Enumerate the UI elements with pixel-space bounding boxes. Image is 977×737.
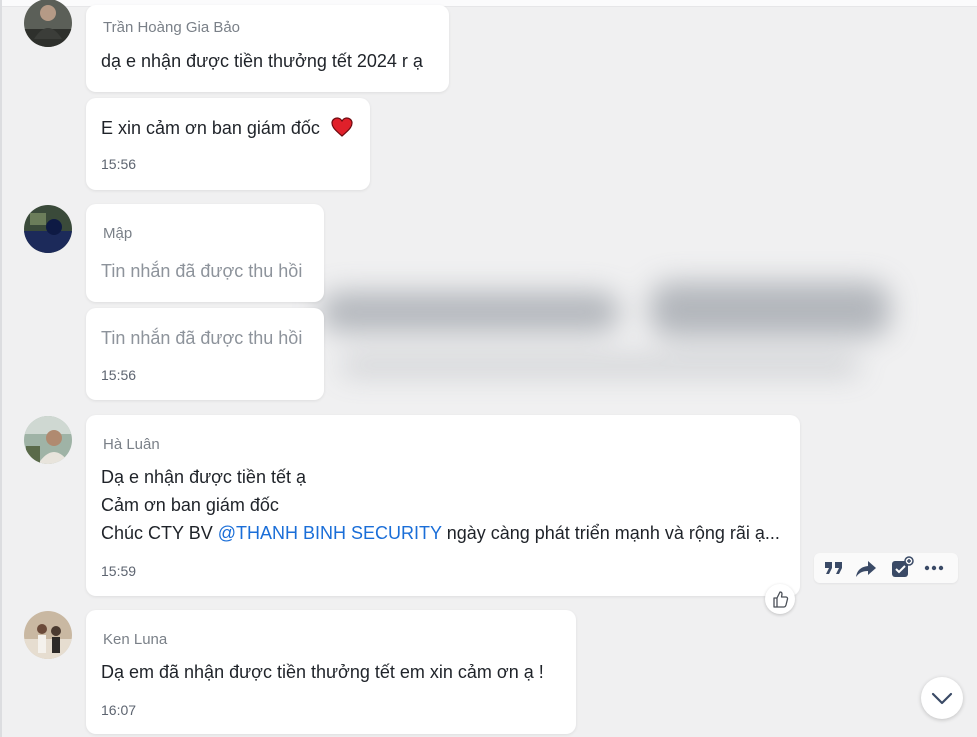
quote-icon[interactable] — [822, 556, 846, 580]
message-text: dạ e nhận được tiền thưởng tết 2024 r ạ — [101, 51, 423, 71]
forward-icon[interactable] — [854, 556, 878, 580]
avatar[interactable] — [24, 205, 72, 253]
message-text: E xin cảm ơn ban giám đốc — [101, 117, 353, 139]
message-text: Dạ em đã nhận được tiền thưởng tết em xi… — [101, 662, 544, 682]
message-bubble[interactable]: E xin cảm ơn ban giám đốc 15:56 — [86, 98, 370, 190]
thumbs-up-icon[interactable] — [765, 584, 795, 614]
sender-name: Mập — [103, 225, 133, 242]
add-task-icon[interactable] — [890, 556, 914, 580]
more-icon[interactable] — [922, 556, 946, 580]
sender-name: Ken Luna — [103, 631, 168, 648]
timestamp: 15:56 — [101, 367, 137, 383]
message-bubble[interactable]: Mập Tin nhắn đã được thu hồi — [86, 204, 324, 302]
timestamp: 15:56 — [101, 156, 137, 172]
blurred-background — [300, 262, 910, 392]
chevron-down-icon — [931, 692, 953, 705]
message-text: Cảm ơn ban giám đốc — [101, 495, 279, 515]
timestamp: 16:07 — [101, 702, 137, 718]
message-bubble[interactable]: Ken Luna Dạ em đã nhận được tiền thưởng … — [86, 610, 576, 734]
message-text-prefix: Chúc CTY BV — [101, 523, 218, 543]
message-bubble[interactable]: Trần Hoàng Gia Bảo dạ e nhận được tiền t… — [86, 5, 449, 92]
recalled-message-text: Tin nhắn đã được thu hồi — [101, 261, 303, 281]
sender-name: Trần Hoàng Gia Bảo — [103, 19, 241, 36]
avatar[interactable] — [24, 611, 72, 659]
message-text: Dạ e nhận được tiền tết ạ — [101, 467, 306, 487]
avatar[interactable] — [24, 0, 72, 47]
sender-name: Hà Luân — [103, 436, 160, 453]
red-heart-icon — [331, 117, 353, 137]
message-text-suffix: ngày càng phát triển mạnh và rộng rãi ạ.… — [441, 523, 780, 543]
left-edge — [0, 0, 2, 737]
message-text: Chúc CTY BV @THANH BINH SECURITY ngày cà… — [101, 523, 780, 544]
timestamp: 15:59 — [101, 563, 137, 579]
message-bubble[interactable]: Tin nhắn đã được thu hồi 15:56 — [86, 308, 324, 400]
recalled-message-text: Tin nhắn đã được thu hồi — [101, 328, 303, 348]
scroll-to-bottom-button[interactable] — [921, 677, 963, 719]
avatar[interactable] — [24, 416, 72, 464]
message-text-content: E xin cảm ơn ban giám đốc — [101, 118, 320, 138]
mention-link[interactable]: @THANH BINH SECURITY — [218, 523, 442, 543]
message-actions-toolbar — [814, 553, 958, 583]
message-bubble[interactable]: Hà Luân Dạ e nhận được tiền tết ạ Cảm ơn… — [86, 415, 800, 596]
